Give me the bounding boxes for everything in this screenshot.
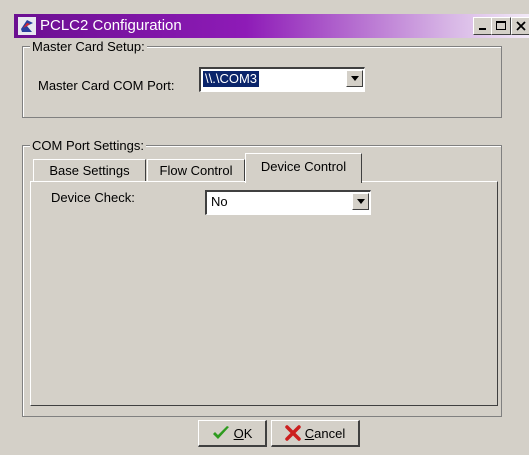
tab-label: Base Settings xyxy=(49,163,130,178)
device-check-dropdown-button[interactable] xyxy=(352,193,369,210)
cancel-label: Cancel xyxy=(304,425,346,441)
minimize-button[interactable] xyxy=(473,17,493,35)
tab-device-control[interactable]: Device Control xyxy=(245,153,362,183)
tab-label: Flow Control xyxy=(159,163,233,178)
com-port-settings-legend: COM Port Settings: xyxy=(30,138,146,153)
config-window: PCLC2 Configuration Master Card Setup: M… xyxy=(0,0,529,455)
minimize-icon xyxy=(479,28,486,30)
checkmark-icon xyxy=(212,426,229,439)
maximize-button[interactable] xyxy=(491,17,511,35)
ok-label: OK xyxy=(233,425,253,441)
chevron-down-icon xyxy=(357,199,365,204)
device-control-panel: Device Check: No xyxy=(30,181,498,406)
tab-label: Device Control xyxy=(260,159,347,174)
cancel-button[interactable]: Cancel xyxy=(271,420,360,447)
device-check-value: No xyxy=(211,194,228,209)
tab-base-settings[interactable]: Base Settings xyxy=(33,159,146,181)
ok-button[interactable]: OK xyxy=(198,420,267,447)
device-check-combo[interactable]: No xyxy=(205,190,371,215)
pclc-app-icon xyxy=(18,17,36,35)
com-port-label: Master Card COM Port: xyxy=(38,78,175,93)
x-icon xyxy=(285,425,301,441)
window-title: PCLC2 Configuration xyxy=(40,17,182,34)
close-button[interactable] xyxy=(511,17,529,35)
chevron-down-icon xyxy=(351,76,359,81)
tab-flow-control[interactable]: Flow Control xyxy=(147,159,245,181)
close-icon xyxy=(516,21,526,31)
maximize-icon xyxy=(496,21,506,30)
device-check-label: Device Check: xyxy=(51,190,135,205)
master-card-legend: Master Card Setup: xyxy=(30,39,147,54)
title-bar[interactable]: PCLC2 Configuration xyxy=(14,14,529,38)
com-port-dropdown-button[interactable] xyxy=(346,70,363,87)
com-port-value: \\.\COM3 xyxy=(203,71,260,87)
com-port-combo[interactable]: \\.\COM3 xyxy=(199,67,365,92)
